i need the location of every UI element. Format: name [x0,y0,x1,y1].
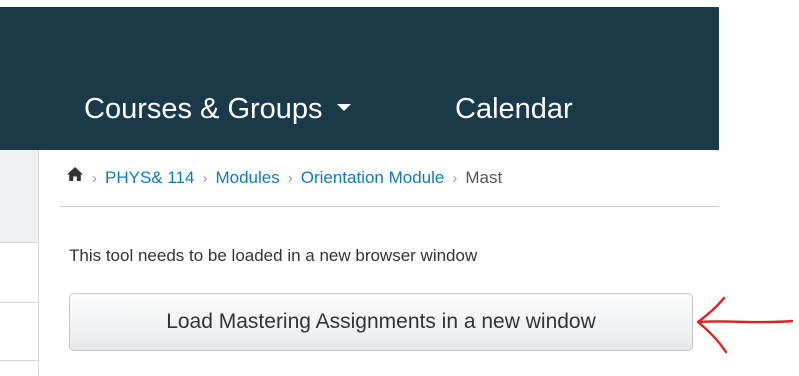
courses-groups-label: Courses & Groups [84,93,323,125]
calendar-link[interactable]: Calendar [455,93,573,126]
chevron-right-icon: › [92,170,97,187]
breadcrumb: › PHYS& 114 › Modules › Orientation Module › Ma… [60,150,719,207]
left-sidebar [0,150,39,376]
courses-groups-menu[interactable]: Courses & Groups [84,93,351,126]
chevron-right-icon: › [287,170,293,187]
breadcrumb-item-course[interactable]: PHYS& 114 [105,168,194,187]
sidebar-header-block [0,150,38,243]
chevron-right-icon: › [452,170,458,187]
sidebar-divider [0,360,38,361]
tool-instruction-text: This tool needs to be loaded in a new br… [69,246,478,265]
chevron-right-icon: › [202,170,208,187]
top-navbar: Courses & Groups Calendar [0,7,719,150]
load-mastering-assignments-button[interactable]: Load Mastering Assignments in a new wind… [69,293,693,351]
breadcrumb-current: Mast [465,168,503,187]
breadcrumb-item-modules[interactable]: Modules [215,168,279,187]
breadcrumb-item-orientation-module[interactable]: Orientation Module [301,168,445,187]
calendar-label: Calendar [455,93,573,125]
red-arrow-annotation [694,290,794,365]
sidebar-divider [0,302,38,303]
caret-down-icon [336,103,351,111]
home-icon[interactable] [66,150,84,205]
